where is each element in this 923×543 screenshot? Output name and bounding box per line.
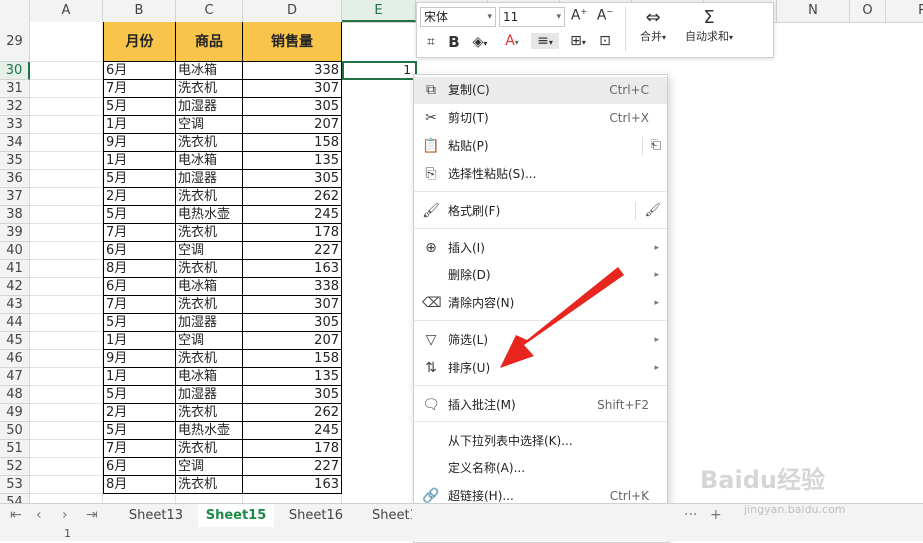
add-sheet-icon[interactable]: + (710, 507, 722, 523)
watermark: Baidu经验 (700, 466, 825, 494)
sheet-tab[interactable]: Sheet16 (278, 504, 354, 528)
sheet-tab[interactable]: Sheet13 (118, 504, 194, 528)
red-arrow-shape (500, 267, 624, 368)
prev-sheet-icon[interactable]: ‹ (36, 507, 42, 523)
next-sheet-icon[interactable]: › (62, 507, 68, 523)
status-value: 1 (64, 527, 71, 540)
last-sheet-icon[interactable]: ⇥ (86, 507, 98, 523)
first-sheet-icon[interactable]: ⇤ (10, 507, 22, 523)
watermark-url: jingyan.baidu.com (744, 503, 846, 516)
status-bar: 1 (0, 527, 923, 541)
sheet-tab[interactable]: Sheet1 (358, 504, 412, 528)
more-sheets-icon[interactable]: ··· (684, 507, 697, 523)
